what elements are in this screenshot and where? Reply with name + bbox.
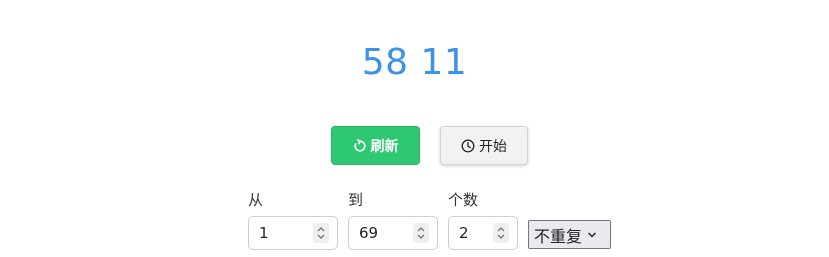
from-input[interactable]: 1: [248, 216, 338, 250]
to-label: 到: [348, 191, 364, 209]
from-input-value: 1: [259, 224, 269, 242]
mode-select-value: 不重复: [534, 226, 583, 246]
chevron-down-icon: [587, 231, 597, 239]
start-button[interactable]: 开始: [440, 126, 528, 165]
to-input[interactable]: 69: [348, 216, 438, 250]
random-number-app: 58 11 刷新 开始 从 到 个数 1 69 2 不重复: [0, 0, 829, 257]
result-display: 58 11: [361, 42, 468, 83]
start-button-label: 开始: [479, 138, 507, 155]
refresh-button[interactable]: 刷新: [331, 126, 420, 165]
refresh-button-label: 刷新: [370, 138, 399, 155]
spinner-arrows-icon[interactable]: [313, 223, 329, 243]
refresh-icon: [353, 138, 367, 153]
from-label: 从: [248, 191, 264, 209]
spinner-arrows-icon[interactable]: [493, 223, 509, 243]
count-input[interactable]: 2: [448, 216, 518, 250]
to-input-value: 69: [359, 224, 379, 242]
mode-select[interactable]: 不重复: [528, 220, 611, 249]
count-input-value: 2: [459, 224, 469, 242]
count-label: 个数: [448, 191, 479, 209]
clock-icon: [461, 139, 475, 153]
spinner-arrows-icon[interactable]: [413, 223, 429, 243]
